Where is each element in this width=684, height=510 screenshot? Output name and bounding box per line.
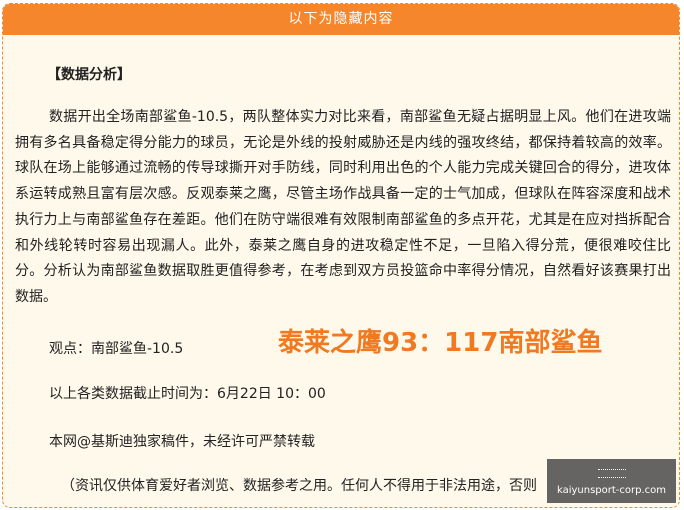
hidden-content-panel: 以下为隐藏内容 【数据分析】 数据开出全场南部鲨鱼-10.5，两队整体实力对比来… xyxy=(2,3,680,508)
watermark-url: kaiyunsport-corp.com xyxy=(556,485,667,496)
copyright-notice: 本网@基斯迪独家稿件，未经许可严禁转载 xyxy=(49,434,315,450)
analysis-paragraph: 数据开出全场南部鲨鱼-10.5，两队整体实力对比来看，南部鲨鱼无疑占据明显上风。… xyxy=(15,109,671,305)
site-watermark: kaiyunsport-corp.com xyxy=(547,459,676,503)
logo-icon xyxy=(597,469,626,478)
hidden-content-header: 以下为隐藏内容 xyxy=(3,4,679,35)
disclaimer-text: （资讯仅供体育爱好者浏览、数据参考之用。任何人不得用于非法用途，否则 xyxy=(61,478,537,494)
data-cutoff-text: 以上各类数据截止时间为：6月22日 10：00 xyxy=(49,386,326,402)
section-title: 【数据分析】 xyxy=(47,67,131,83)
viewpoint-text: 观点：南部鲨鱼-10.5 xyxy=(49,341,184,357)
score-text: 泰莱之鹰93：117南部鲨鱼 xyxy=(278,328,603,358)
